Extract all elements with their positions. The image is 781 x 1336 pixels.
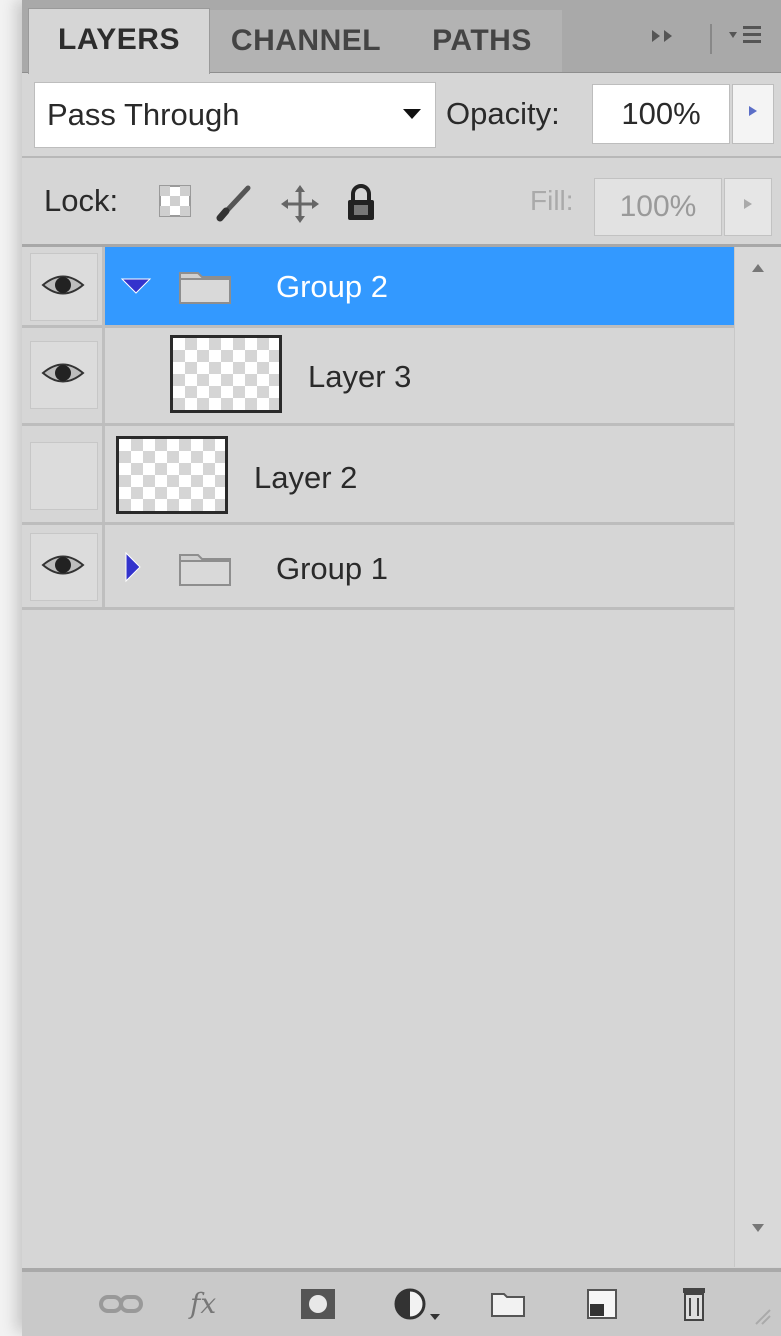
- layer-name: Layer 2: [254, 460, 358, 495]
- visibility-toggle[interactable]: [30, 533, 98, 601]
- lock-transparent-icon[interactable]: [158, 184, 192, 218]
- divider: [102, 525, 105, 607]
- lock-label: Lock:: [44, 183, 119, 218]
- collapse-triangle-icon[interactable]: [122, 551, 144, 588]
- scroll-down-icon[interactable]: [747, 1219, 769, 1239]
- lock-all-icon[interactable]: [344, 184, 378, 220]
- fill-label: Fill:: [530, 185, 574, 216]
- layer-thumbnail: [170, 335, 282, 413]
- divider: [710, 24, 712, 54]
- chevron-down-icon: [401, 103, 423, 128]
- divider: [102, 325, 105, 423]
- layer-row-group-1[interactable]: Group 1: [22, 525, 734, 610]
- layer-name: Layer 3: [308, 359, 412, 394]
- tab-layers[interactable]: LAYERS: [28, 8, 210, 74]
- double-arrow-right-icon[interactable]: [650, 22, 680, 56]
- opacity-slider-button[interactable]: [732, 84, 774, 144]
- lock-row: Lock: Fill: 100%: [22, 158, 781, 247]
- blend-row: Pass Through Opacity: 100%: [22, 72, 781, 158]
- layers-scrollbar[interactable]: [734, 247, 781, 1267]
- divider: [102, 247, 105, 325]
- divider: [102, 426, 105, 522]
- new-adjustment-layer-icon[interactable]: [390, 1284, 442, 1324]
- blend-mode-value: Pass Through: [47, 97, 240, 132]
- new-group-icon[interactable]: [488, 1284, 528, 1324]
- eye-icon: [41, 555, 85, 575]
- add-mask-icon[interactable]: [298, 1284, 338, 1324]
- tab-channels[interactable]: CHANNEL: [210, 10, 403, 72]
- lock-position-icon[interactable]: [280, 184, 319, 223]
- lock-image-icon[interactable]: [214, 184, 251, 222]
- layers-list: Group 2 Layer 3 Layer 2 Group 1: [22, 247, 734, 1267]
- visibility-toggle[interactable]: [30, 341, 98, 409]
- fill-input[interactable]: 100%: [594, 178, 722, 236]
- folder-icon: [178, 267, 232, 304]
- layer-thumbnail: [116, 436, 228, 514]
- visibility-toggle[interactable]: [30, 442, 98, 510]
- blend-mode-select[interactable]: Pass Through: [34, 82, 436, 148]
- visibility-toggle[interactable]: [30, 253, 98, 321]
- delete-layer-icon[interactable]: [674, 1284, 714, 1324]
- add-layer-style-icon[interactable]: fx: [190, 1284, 248, 1324]
- opacity-input[interactable]: 100%: [592, 84, 730, 144]
- opacity-label: Opacity:: [446, 96, 560, 131]
- resize-grip-icon[interactable]: [752, 1306, 772, 1326]
- folder-icon: [178, 549, 232, 586]
- layer-row-layer-3[interactable]: Layer 3: [22, 325, 734, 426]
- layers-panel: LAYERS CHANNEL PATHS Pass Through Opacit…: [22, 0, 781, 1336]
- layer-name: Group 2: [276, 269, 389, 304]
- layer-name: Group 1: [276, 551, 389, 586]
- layer-row-layer-2[interactable]: Layer 2: [22, 426, 734, 525]
- eye-icon: [41, 363, 85, 383]
- panel-menu-icon[interactable]: [727, 22, 767, 56]
- new-layer-icon[interactable]: [582, 1284, 622, 1324]
- link-layers-icon[interactable]: [98, 1284, 144, 1324]
- expand-triangle-icon[interactable]: [120, 275, 152, 302]
- layers-toolbar: fx: [22, 1268, 781, 1336]
- tab-paths[interactable]: PATHS: [402, 10, 563, 72]
- layer-row-group-2[interactable]: Group 2: [22, 247, 734, 328]
- eye-icon: [41, 275, 85, 295]
- scroll-up-icon[interactable]: [747, 259, 769, 279]
- fill-slider-button[interactable]: [724, 178, 772, 236]
- tab-bar: LAYERS CHANNEL PATHS: [22, 0, 781, 74]
